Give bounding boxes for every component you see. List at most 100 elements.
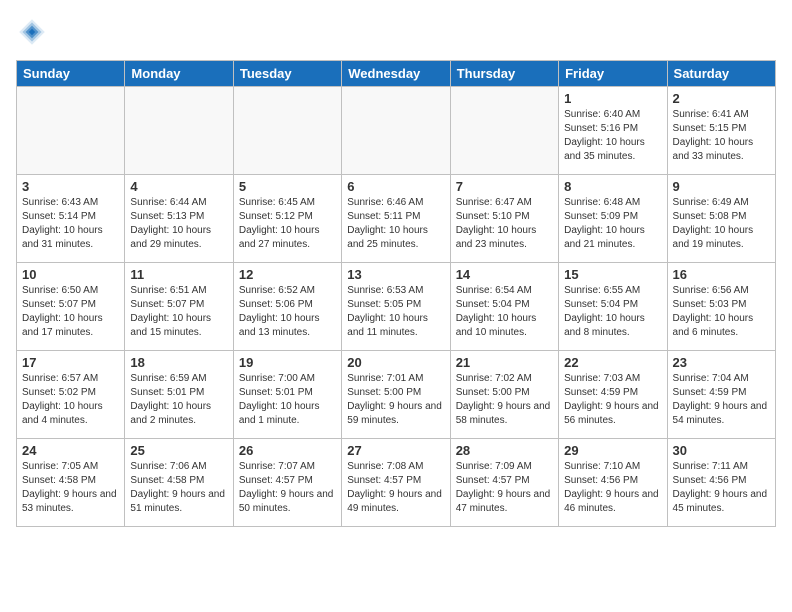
- calendar-header-row: SundayMondayTuesdayWednesdayThursdayFrid…: [17, 61, 776, 87]
- day-number: 21: [456, 355, 553, 370]
- calendar-cell: 8 Sunrise: 6:48 AM Sunset: 5:09 PM Daylig…: [559, 175, 667, 263]
- day-number: 12: [239, 267, 336, 282]
- day-info: Sunrise: 6:54 AM Sunset: 5:04 PM Dayligh…: [456, 284, 553, 340]
- day-info: Sunrise: 6:49 AM Sunset: 5:08 PM Dayligh…: [673, 196, 770, 252]
- day-info: Sunrise: 6:47 AM Sunset: 5:10 PM Dayligh…: [456, 196, 553, 252]
- calendar-week-0: 1Sunrise: 6:40 AM Sunset: 5:16 PM Daylig…: [17, 87, 776, 175]
- day-info: Sunrise: 6:53 AM Sunset: 5:05 PM Dayligh…: [347, 284, 444, 340]
- day-number: 13: [347, 267, 444, 282]
- calendar-cell: 16 Sunrise: 6:56 AM Sunset: 5:03 PM Dayli…: [667, 263, 775, 351]
- calendar-cell: 15 Sunrise: 6:55 AM Sunset: 5:04 PM Dayli…: [559, 263, 667, 351]
- day-info: Sunrise: 7:09 AM Sunset: 4:57 PM Dayligh…: [456, 460, 553, 516]
- weekday-header-monday: Monday: [125, 61, 233, 87]
- day-info: Sunrise: 7:07 AM Sunset: 4:57 PM Dayligh…: [239, 460, 336, 516]
- day-number: 14: [456, 267, 553, 282]
- calendar-cell: [342, 87, 450, 175]
- day-number: 9: [673, 179, 770, 194]
- calendar-cell: 5 Sunrise: 6:45 AM Sunset: 5:12 PM Daylig…: [233, 175, 341, 263]
- calendar-cell: 1Sunrise: 6:40 AM Sunset: 5:16 PM Daylig…: [559, 87, 667, 175]
- day-info: Sunrise: 6:50 AM Sunset: 5:07 PM Dayligh…: [22, 284, 119, 340]
- day-number: 27: [347, 443, 444, 458]
- day-info: Sunrise: 7:01 AM Sunset: 5:00 PM Dayligh…: [347, 372, 444, 428]
- calendar-cell: 20 Sunrise: 7:01 AM Sunset: 5:00 PM Dayli…: [342, 351, 450, 439]
- day-number: 26: [239, 443, 336, 458]
- logo: [16, 16, 52, 48]
- day-number: 30: [673, 443, 770, 458]
- weekday-header-sunday: Sunday: [17, 61, 125, 87]
- page-header: [16, 16, 776, 48]
- calendar-cell: 6 Sunrise: 6:46 AM Sunset: 5:11 PM Daylig…: [342, 175, 450, 263]
- day-info: Sunrise: 7:05 AM Sunset: 4:58 PM Dayligh…: [22, 460, 119, 516]
- calendar-cell: 17Sunrise: 6:57 AM Sunset: 5:02 PM Dayli…: [17, 351, 125, 439]
- calendar-cell: 28 Sunrise: 7:09 AM Sunset: 4:57 PM Dayli…: [450, 439, 558, 527]
- day-info: Sunrise: 6:46 AM Sunset: 5:11 PM Dayligh…: [347, 196, 444, 252]
- calendar-cell: 11 Sunrise: 6:51 AM Sunset: 5:07 PM Dayli…: [125, 263, 233, 351]
- day-number: 18: [130, 355, 227, 370]
- calendar-cell: [125, 87, 233, 175]
- calendar-cell: 19 Sunrise: 7:00 AM Sunset: 5:01 PM Dayli…: [233, 351, 341, 439]
- day-info: Sunrise: 6:56 AM Sunset: 5:03 PM Dayligh…: [673, 284, 770, 340]
- day-info: Sunrise: 6:43 AM Sunset: 5:14 PM Dayligh…: [22, 196, 119, 252]
- calendar-cell: 25Sunrise: 7:06 AM Sunset: 4:58 PM Dayli…: [125, 439, 233, 527]
- day-number: 7: [456, 179, 553, 194]
- day-number: 20: [347, 355, 444, 370]
- day-number: 19: [239, 355, 336, 370]
- calendar-cell: 24 Sunrise: 7:05 AM Sunset: 4:58 PM Dayli…: [17, 439, 125, 527]
- day-number: 4: [130, 179, 227, 194]
- calendar-cell: 21 Sunrise: 7:02 AM Sunset: 5:00 PM Dayli…: [450, 351, 558, 439]
- day-info: Sunrise: 7:03 AM Sunset: 4:59 PM Dayligh…: [564, 372, 661, 428]
- calendar-cell: [233, 87, 341, 175]
- day-number: 11: [130, 267, 227, 282]
- day-info: Sunrise: 7:10 AM Sunset: 4:56 PM Dayligh…: [564, 460, 661, 516]
- day-number: 24: [22, 443, 119, 458]
- day-info: Sunrise: 7:08 AM Sunset: 4:57 PM Dayligh…: [347, 460, 444, 516]
- calendar-cell: 2 Sunrise: 6:41 AM Sunset: 5:15 PM Daylig…: [667, 87, 775, 175]
- calendar-table: SundayMondayTuesdayWednesdayThursdayFrid…: [16, 60, 776, 527]
- day-number: 10: [22, 267, 119, 282]
- day-number: 29: [564, 443, 661, 458]
- calendar-cell: [17, 87, 125, 175]
- day-number: 5: [239, 179, 336, 194]
- calendar-cell: 14 Sunrise: 6:54 AM Sunset: 5:04 PM Dayli…: [450, 263, 558, 351]
- calendar-week-3: 17Sunrise: 6:57 AM Sunset: 5:02 PM Dayli…: [17, 351, 776, 439]
- day-info: Sunrise: 7:11 AM Sunset: 4:56 PM Dayligh…: [673, 460, 770, 516]
- day-number: 6: [347, 179, 444, 194]
- day-number: 16: [673, 267, 770, 282]
- calendar-cell: 23 Sunrise: 7:04 AM Sunset: 4:59 PM Dayli…: [667, 351, 775, 439]
- calendar-cell: 22Sunrise: 7:03 AM Sunset: 4:59 PM Dayli…: [559, 351, 667, 439]
- logo-icon: [16, 16, 48, 48]
- calendar-cell: 13 Sunrise: 6:53 AM Sunset: 5:05 PM Dayli…: [342, 263, 450, 351]
- calendar-cell: 30 Sunrise: 7:11 AM Sunset: 4:56 PM Dayli…: [667, 439, 775, 527]
- day-number: 8: [564, 179, 661, 194]
- day-info: Sunrise: 6:45 AM Sunset: 5:12 PM Dayligh…: [239, 196, 336, 252]
- weekday-header-wednesday: Wednesday: [342, 61, 450, 87]
- day-info: Sunrise: 7:04 AM Sunset: 4:59 PM Dayligh…: [673, 372, 770, 428]
- calendar-cell: 26 Sunrise: 7:07 AM Sunset: 4:57 PM Dayli…: [233, 439, 341, 527]
- day-info: Sunrise: 6:41 AM Sunset: 5:15 PM Dayligh…: [673, 108, 770, 164]
- day-info: Sunrise: 6:51 AM Sunset: 5:07 PM Dayligh…: [130, 284, 227, 340]
- weekday-header-friday: Friday: [559, 61, 667, 87]
- day-info: Sunrise: 6:55 AM Sunset: 5:04 PM Dayligh…: [564, 284, 661, 340]
- calendar-cell: 7 Sunrise: 6:47 AM Sunset: 5:10 PM Daylig…: [450, 175, 558, 263]
- day-number: 15: [564, 267, 661, 282]
- day-info: Sunrise: 6:59 AM Sunset: 5:01 PM Dayligh…: [130, 372, 227, 428]
- day-number: 17: [22, 355, 119, 370]
- day-number: 3: [22, 179, 119, 194]
- day-number: 2: [673, 91, 770, 106]
- weekday-header-thursday: Thursday: [450, 61, 558, 87]
- weekday-header-saturday: Saturday: [667, 61, 775, 87]
- day-number: 23: [673, 355, 770, 370]
- calendar-cell: 18 Sunrise: 6:59 AM Sunset: 5:01 PM Dayli…: [125, 351, 233, 439]
- calendar-cell: [450, 87, 558, 175]
- calendar-week-2: 10 Sunrise: 6:50 AM Sunset: 5:07 PM Dayli…: [17, 263, 776, 351]
- day-info: Sunrise: 6:44 AM Sunset: 5:13 PM Dayligh…: [130, 196, 227, 252]
- day-info: Sunrise: 7:06 AM Sunset: 4:58 PM Dayligh…: [130, 460, 227, 516]
- calendar-cell: 4 Sunrise: 6:44 AM Sunset: 5:13 PM Daylig…: [125, 175, 233, 263]
- day-info: Sunrise: 7:02 AM Sunset: 5:00 PM Dayligh…: [456, 372, 553, 428]
- calendar-week-4: 24 Sunrise: 7:05 AM Sunset: 4:58 PM Dayli…: [17, 439, 776, 527]
- weekday-header-tuesday: Tuesday: [233, 61, 341, 87]
- day-number: 28: [456, 443, 553, 458]
- day-info: Sunrise: 6:48 AM Sunset: 5:09 PM Dayligh…: [564, 196, 661, 252]
- day-info: Sunrise: 6:40 AM Sunset: 5:16 PM Dayligh…: [564, 108, 661, 164]
- day-info: Sunrise: 7:00 AM Sunset: 5:01 PM Dayligh…: [239, 372, 336, 428]
